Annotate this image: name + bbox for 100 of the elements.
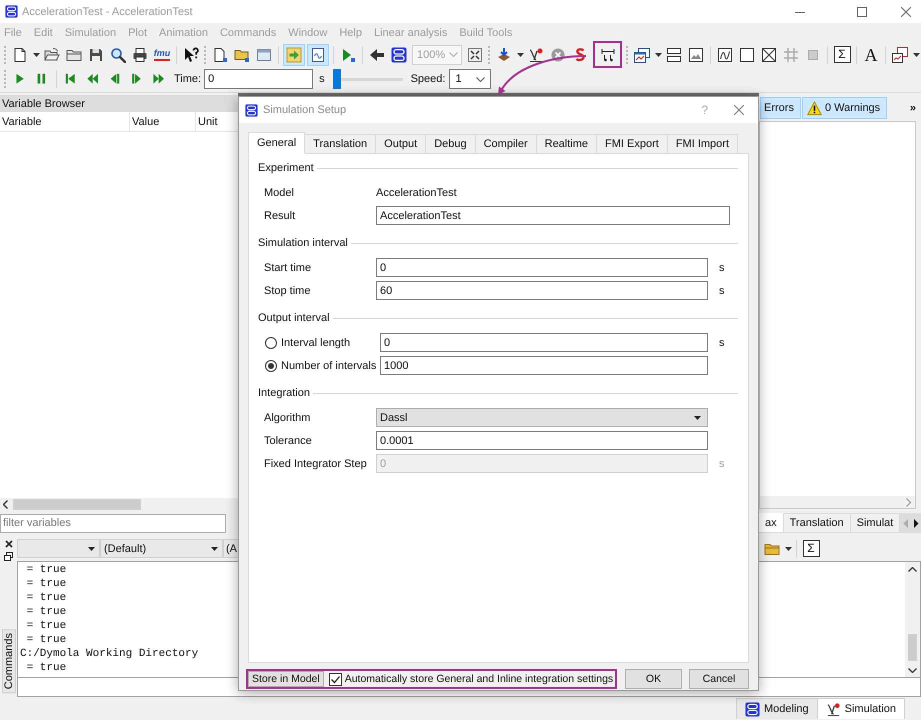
split-icon[interactable] <box>666 46 682 62</box>
back-arrow-icon[interactable] <box>369 46 385 62</box>
chevron-down-icon[interactable] <box>908 668 917 673</box>
new-file-icon[interactable] <box>12 46 28 62</box>
curve-point-icon[interactable] <box>528 46 544 62</box>
caret-icon[interactable] <box>516 52 524 56</box>
chart-box-icon[interactable] <box>717 46 733 62</box>
plot-window-icon[interactable] <box>634 46 650 62</box>
caret-icon[interactable] <box>32 52 40 56</box>
radio-icon[interactable] <box>265 360 277 372</box>
close-icon[interactable] <box>4 540 12 548</box>
pointer-question-icon[interactable] <box>183 46 199 62</box>
checkbox-option[interactable]: Automatically store General and Inline integration settings <box>328 672 614 686</box>
dropdown[interactable]: (A <box>223 539 238 558</box>
scroll-right-icon[interactable] <box>913 518 920 528</box>
sum-button[interactable]: Σ <box>834 46 850 63</box>
time-field[interactable]: 0 <box>204 69 314 89</box>
text-field[interactable]: 0.0001 <box>376 431 708 450</box>
tab[interactable]: Simulat <box>850 513 900 533</box>
filter-button[interactable]: Errors <box>760 97 801 119</box>
text-field[interactable]: 0 <box>376 258 708 277</box>
text-field[interactable]: 1000 <box>380 356 708 375</box>
radio-option[interactable]: Number of intervals <box>264 360 380 372</box>
tab[interactable]: ax <box>759 513 784 533</box>
image-icon[interactable] <box>688 46 704 62</box>
tab[interactable]: Debug <box>426 134 476 154</box>
maximize-icon[interactable] <box>857 6 867 16</box>
mode-tab[interactable]: Modeling <box>736 698 818 719</box>
unit-label: s <box>718 262 726 274</box>
speed-dropdown[interactable]: 1 <box>449 69 492 89</box>
window-icon[interactable] <box>256 46 272 62</box>
mode-tab[interactable]: Simulation <box>818 698 905 719</box>
scrollbar-thumb[interactable] <box>908 634 917 661</box>
chevron-down-icon[interactable] <box>476 76 486 82</box>
document-icon[interactable] <box>212 46 228 62</box>
console-line: = true <box>26 605 66 619</box>
panel-tab[interactable]: Commands <box>2 628 16 693</box>
text-tool-button[interactable]: A <box>864 46 878 64</box>
rewind-icon[interactable] <box>86 72 100 86</box>
tab[interactable]: FMI Export <box>597 134 668 154</box>
scrollbar-thumb[interactable] <box>13 499 141 510</box>
interval-icon[interactable] <box>600 46 616 62</box>
filter-button[interactable]: 0 Warnings <box>802 97 888 119</box>
fit-view-icon[interactable] <box>467 46 483 62</box>
stop-icon[interactable] <box>550 46 566 62</box>
skip-start-icon[interactable] <box>64 72 78 86</box>
vertical-scrollbar[interactable] <box>905 562 920 677</box>
crossed-box-icon[interactable] <box>761 46 777 62</box>
tab[interactable]: Compiler <box>476 134 537 154</box>
horizontal-scrollbar[interactable] <box>760 496 915 508</box>
step-back-icon[interactable] <box>108 72 122 86</box>
open-folder-icon[interactable] <box>44 46 60 62</box>
tab[interactable]: Realtime <box>536 134 598 154</box>
checkbox-icon[interactable] <box>328 672 342 686</box>
dialog-button[interactable]: Cancel <box>689 669 749 689</box>
tab[interactable]: Output <box>376 134 426 154</box>
stacked-bars-icon[interactable] <box>391 46 407 62</box>
radio-option[interactable]: Interval length <box>264 336 380 348</box>
sum-button[interactable]: Σ <box>802 540 820 557</box>
slider-thumb[interactable] <box>332 69 341 89</box>
play-icon[interactable] <box>340 46 356 62</box>
filter-field[interactable]: filter variables <box>0 514 226 532</box>
console-line: = true <box>26 633 66 647</box>
fmu-button[interactable]: fmu <box>154 48 170 60</box>
restore-icon[interactable] <box>4 552 13 561</box>
fast-forward-icon[interactable] <box>152 72 166 86</box>
caret-icon[interactable] <box>211 546 218 550</box>
printer-icon[interactable] <box>132 46 148 62</box>
tab[interactable]: Translation <box>784 513 851 533</box>
column-header[interactable]: Value <box>130 112 196 131</box>
chevron-up-icon[interactable] <box>908 567 917 572</box>
save-icon[interactable] <box>88 46 104 62</box>
tab[interactable]: Translation <box>305 134 376 154</box>
step-forward-icon[interactable] <box>130 72 144 86</box>
windows-icon[interactable] <box>892 46 908 62</box>
chevron-left-icon[interactable] <box>3 500 9 509</box>
tray-arrow-icon[interactable] <box>496 46 512 62</box>
text-field[interactable]: 60 <box>376 281 708 300</box>
dialog-button[interactable]: OK <box>625 669 682 689</box>
column-header[interactable]: Unit <box>196 112 238 131</box>
search-icon[interactable] <box>110 46 126 62</box>
caret-icon[interactable] <box>654 52 662 56</box>
caret-icon[interactable] <box>88 546 95 550</box>
curve-point-icon <box>826 702 841 716</box>
dropdown[interactable]: Dassl <box>376 408 708 427</box>
field-label: Model <box>264 186 295 198</box>
store-button[interactable]: Store in Model <box>248 671 324 687</box>
square-icon[interactable] <box>739 46 755 62</box>
text-field[interactable]: 0 <box>380 333 708 352</box>
caret-icon[interactable] <box>694 416 701 420</box>
overflow-button[interactable]: » <box>910 97 921 119</box>
radio-icon[interactable] <box>265 336 277 348</box>
tab[interactable]: FMI Import <box>668 134 738 154</box>
caret-icon[interactable] <box>784 546 792 550</box>
caret-icon[interactable] <box>912 52 920 56</box>
play-icon[interactable] <box>14 72 26 86</box>
dropdown[interactable]: (Default) <box>100 539 223 558</box>
column-header[interactable]: Variable <box>0 112 130 131</box>
tab[interactable]: General <box>248 132 306 154</box>
text-field[interactable]: AccelerationTest <box>376 206 730 225</box>
